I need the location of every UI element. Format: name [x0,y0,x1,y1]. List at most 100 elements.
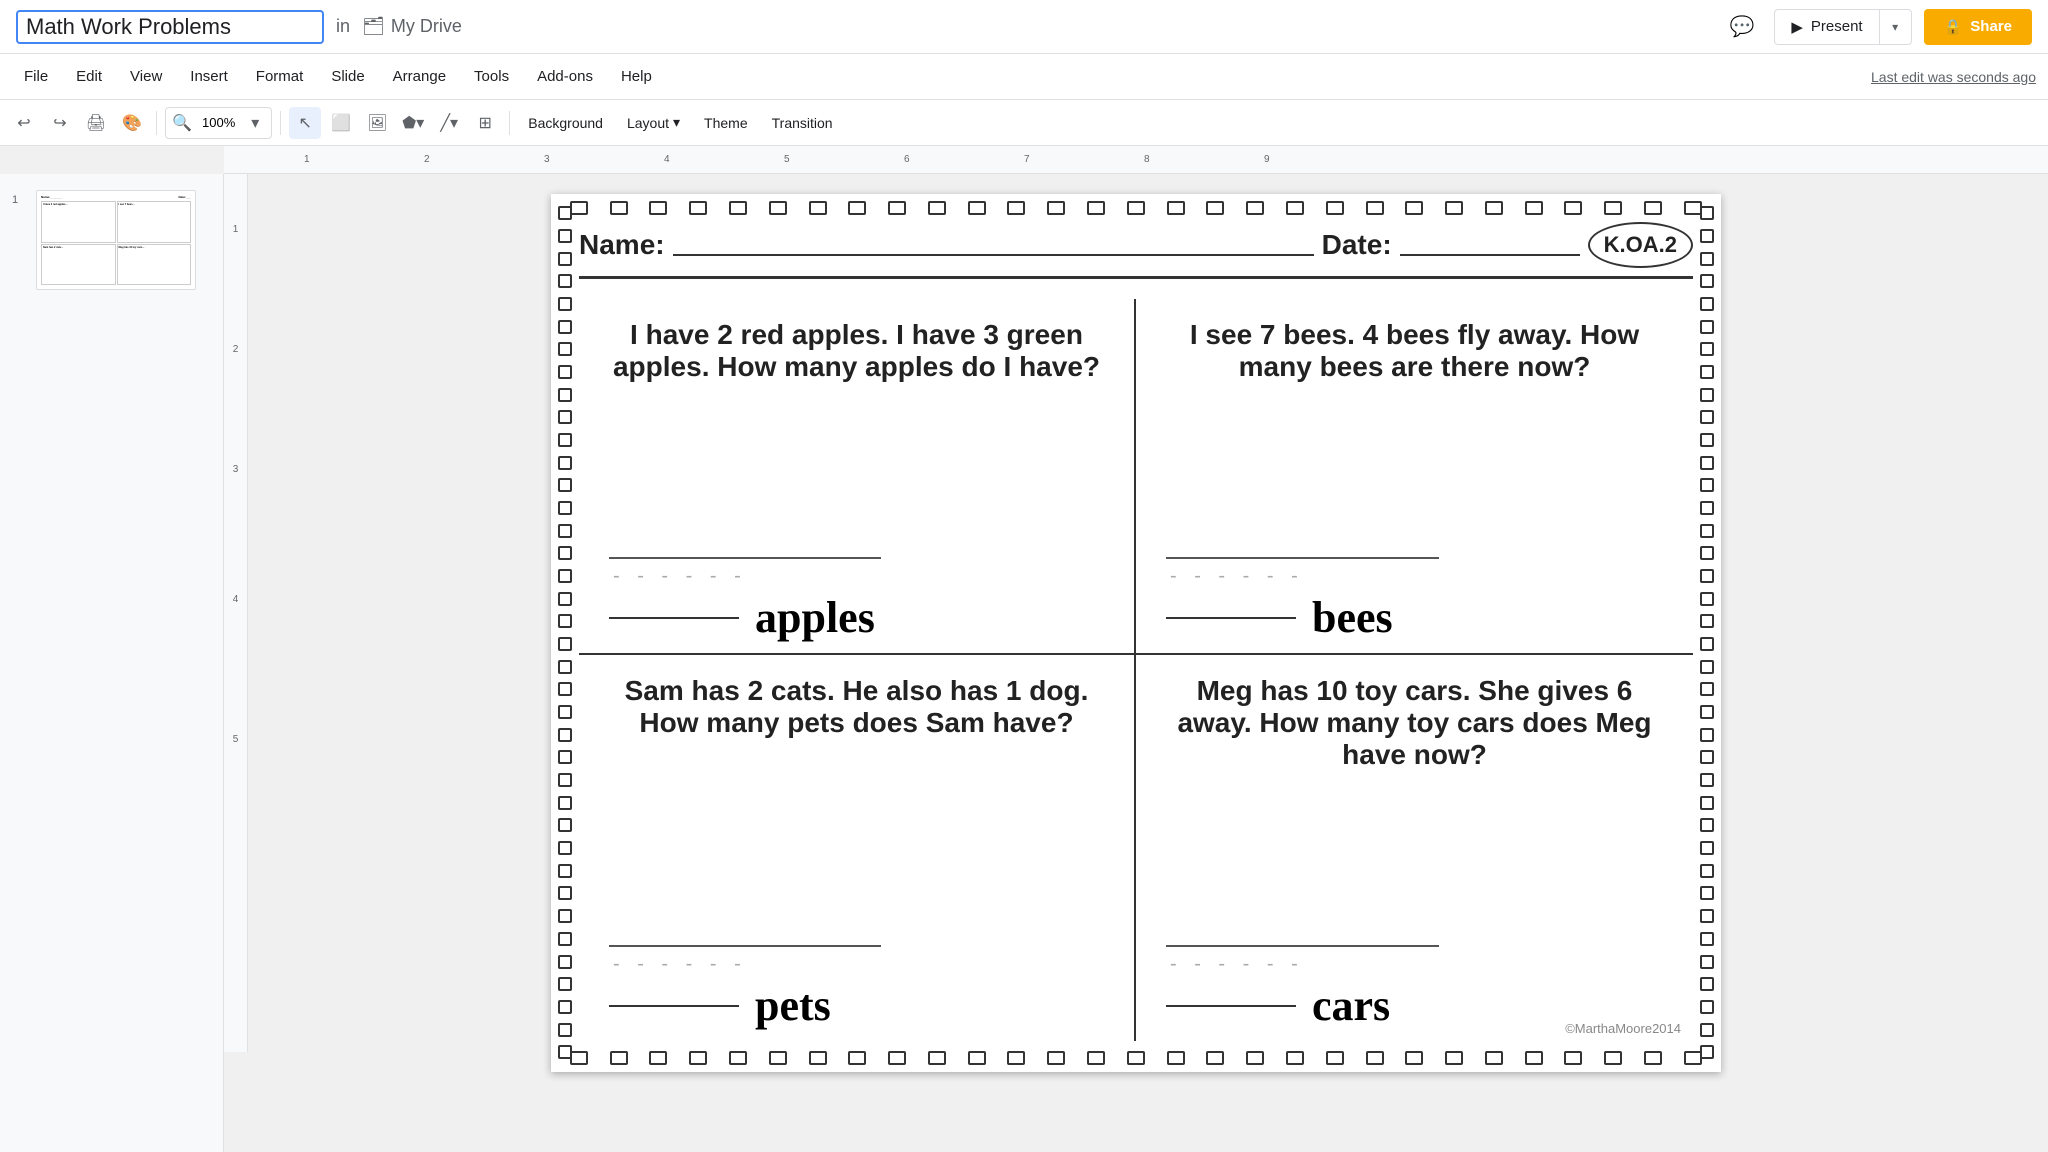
last-edit-status: Last edit was seconds ago [1871,69,2036,85]
menu-slide[interactable]: Slide [319,64,376,89]
ruler: 1 2 3 4 5 6 7 8 9 [224,146,2048,174]
border-sq [1246,201,1264,215]
problem-text-3: Sam has 2 cats. He also has 1 dog. How m… [609,675,1104,935]
menu-help[interactable]: Help [609,64,664,89]
shapes-button[interactable]: ⬟▾ [397,107,429,139]
v-ruler-3: 3 [233,464,239,475]
border-sq [1167,201,1185,215]
redo-button[interactable]: ↪ [44,107,76,139]
drive-location[interactable]: 🗂 My Drive [362,16,462,37]
paint-format-button[interactable]: 🎨 [116,107,148,139]
new-slide-button[interactable]: ⊞ [469,107,501,139]
border-sq [1405,201,1423,215]
border-sq [1047,201,1065,215]
menu-insert[interactable]: Insert [178,64,240,89]
menu-tools[interactable]: Tools [462,64,521,89]
print-button[interactable]: 🖨 [80,107,112,139]
border-sq-l [558,977,572,991]
border-sq [1326,201,1344,215]
problem-cell-2: I see 7 bees. 4 bees fly away. How many … [1136,299,1693,655]
v-ruler-1: 1 [233,224,239,235]
canvas-area[interactable]: 1 2 3 4 5 [224,174,2048,1152]
present-dropdown-button[interactable]: ▾ [1879,10,1911,44]
ruler-tick-4: 4 [664,154,670,165]
border-sq [1206,201,1224,215]
background-button[interactable]: Background [518,107,613,139]
undo-button[interactable]: ↩ [8,107,40,139]
border-sq-r [1700,773,1714,787]
border-sq-l [558,750,572,764]
select-tool-button[interactable]: ↖ [289,107,321,139]
menu-arrange[interactable]: Arrange [381,64,458,89]
border-sq-l [558,1000,572,1014]
border-sq-l [558,252,572,266]
problem-cell-1: I have 2 red apples. I have 3 green appl… [579,299,1136,655]
border-sq-l [558,206,572,220]
border-sq-l [558,841,572,855]
zoom-control[interactable]: 🔍 100% ▾ [165,107,272,139]
border-sq-b [1206,1051,1224,1065]
menu-view[interactable]: View [118,64,174,89]
border-sq-l [558,705,572,719]
share-button[interactable]: 🔒 Share [1924,9,2032,45]
border-sq-l [558,818,572,832]
border-sq-r [1700,229,1714,243]
comments-icon-btn[interactable]: 💬 [1722,7,1762,47]
border-sq-b [1405,1051,1423,1065]
border-sq-r [1700,456,1714,470]
present-main-button[interactable]: ▶ Present [1775,10,1878,44]
transition-button[interactable]: Transition [762,107,843,139]
border-sq-b [1366,1051,1384,1065]
border-sq [928,201,946,215]
text-box-button[interactable]: ⬜ [325,107,357,139]
slide-canvas[interactable]: Name: Date: K.OA.2 I have 2 red apples. … [551,194,1721,1072]
folder-icon: 🗂 [362,16,385,37]
border-sq-r [1700,977,1714,991]
doc-title-input[interactable] [16,10,324,44]
border-sq-b [729,1051,747,1065]
border-sq-b [1167,1051,1185,1065]
border-sq [1564,201,1582,215]
border-sq-l [558,773,572,787]
border-sq-l [558,524,572,538]
layout-button[interactable]: Layout ▾ [617,107,690,139]
border-sq-b [888,1051,906,1065]
ruler-tick-6: 6 [904,154,910,165]
lines-button[interactable]: ╱▾ [433,107,465,139]
border-sq-l [558,1023,572,1037]
slide-content: Name: Date: K.OA.2 I have 2 red apples. … [579,222,1693,1044]
border-sq-b [689,1051,707,1065]
border-sq [1445,201,1463,215]
zoom-out-button[interactable]: 🔍 [166,107,198,139]
border-sq-l [558,410,572,424]
problem-cell-4: Meg has 10 toy cars. She gives 6 away. H… [1136,655,1693,1041]
answer-area-3: - - - - - - pets [609,945,1104,1031]
border-sq-r [1700,365,1714,379]
border-sq-l [558,796,572,810]
menu-format[interactable]: Format [244,64,316,89]
menu-addons[interactable]: Add-ons [525,64,605,89]
border-sq [1604,201,1622,215]
border-sq-r [1700,546,1714,560]
border-sq-r [1700,932,1714,946]
slide-thumbnail-1[interactable]: 1 Name:_______ Date:___ I have 2 red app… [8,186,215,294]
border-sq-b [1445,1051,1463,1065]
menu-file[interactable]: File [12,64,60,89]
image-button[interactable]: 🖼 [361,107,393,139]
border-decoration-bottom [559,1048,1713,1068]
border-decoration-top [559,198,1713,218]
border-sq-l [558,569,572,583]
slide-header: Name: Date: K.OA.2 [579,222,1693,279]
border-sq-r [1700,1000,1714,1014]
border-sq-l [558,728,572,742]
border-sq-r [1700,478,1714,492]
problem-text-2: I see 7 bees. 4 bees fly away. How many … [1166,319,1663,547]
border-sq-r [1700,818,1714,832]
menu-edit[interactable]: Edit [64,64,114,89]
zoom-dropdown-button[interactable]: ▾ [239,107,271,139]
zoom-level: 100% [198,115,239,130]
border-sq-r [1700,592,1714,606]
answer-area-1: - - - - - - apples [609,557,1104,643]
theme-button[interactable]: Theme [694,107,758,139]
answer-area-4: - - - - - - cars [1166,945,1663,1031]
